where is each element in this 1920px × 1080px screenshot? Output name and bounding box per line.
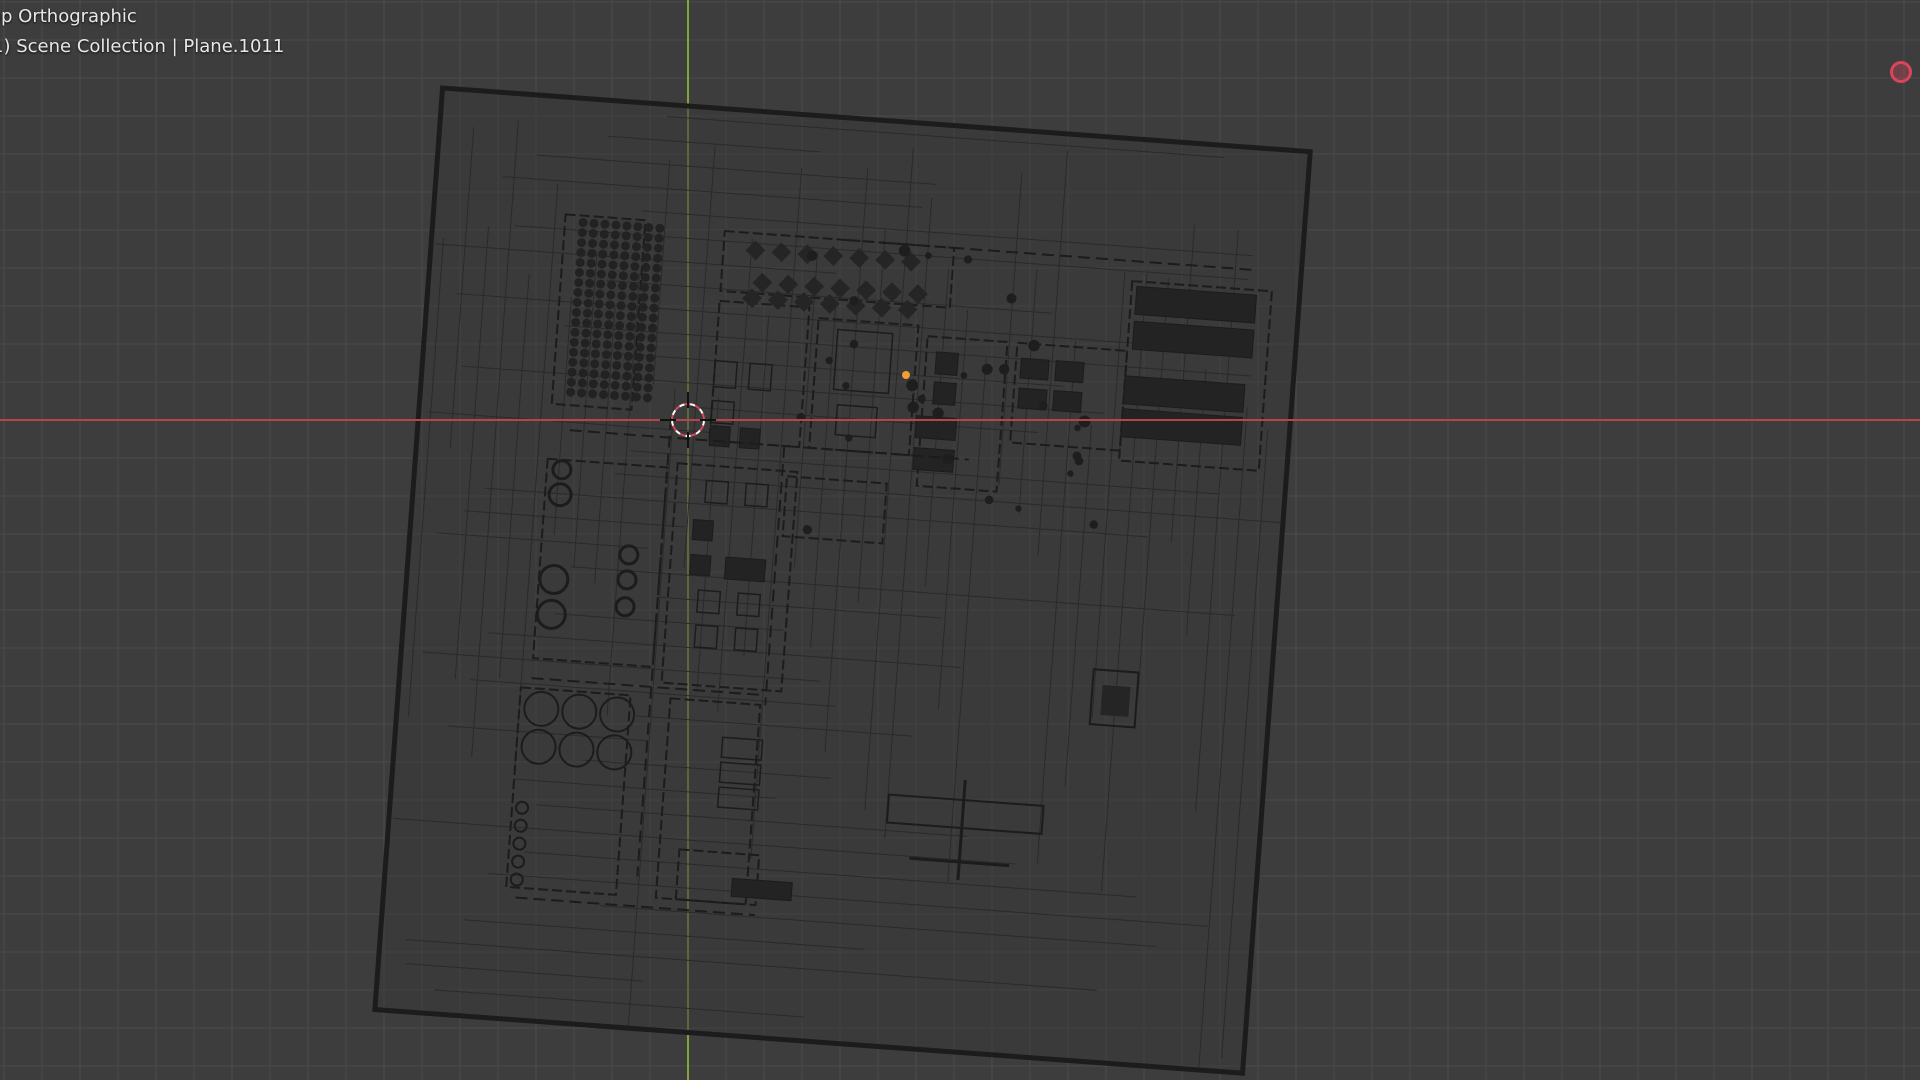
navigation-gizmo-x-icon[interactable] — [1890, 61, 1912, 83]
frame-number: 1) — [0, 36, 11, 57]
plane-wireframe[interactable] — [372, 85, 1313, 1076]
3d-viewport[interactable]: op Orthographic 1) Scene Collection | Pl… — [0, 0, 1920, 1080]
object-origin-dot — [902, 371, 910, 379]
view-name-label: op Orthographic — [0, 6, 137, 27]
plane-outline — [372, 85, 1313, 1076]
collection-name: Scene Collection — [16, 36, 166, 57]
viewport-canvas[interactable] — [0, 0, 1920, 1080]
active-object-name: Plane.1011 — [183, 36, 285, 57]
scene-info-label: 1) Scene Collection | Plane.1011 — [0, 36, 284, 57]
separator: | — [171, 36, 178, 57]
